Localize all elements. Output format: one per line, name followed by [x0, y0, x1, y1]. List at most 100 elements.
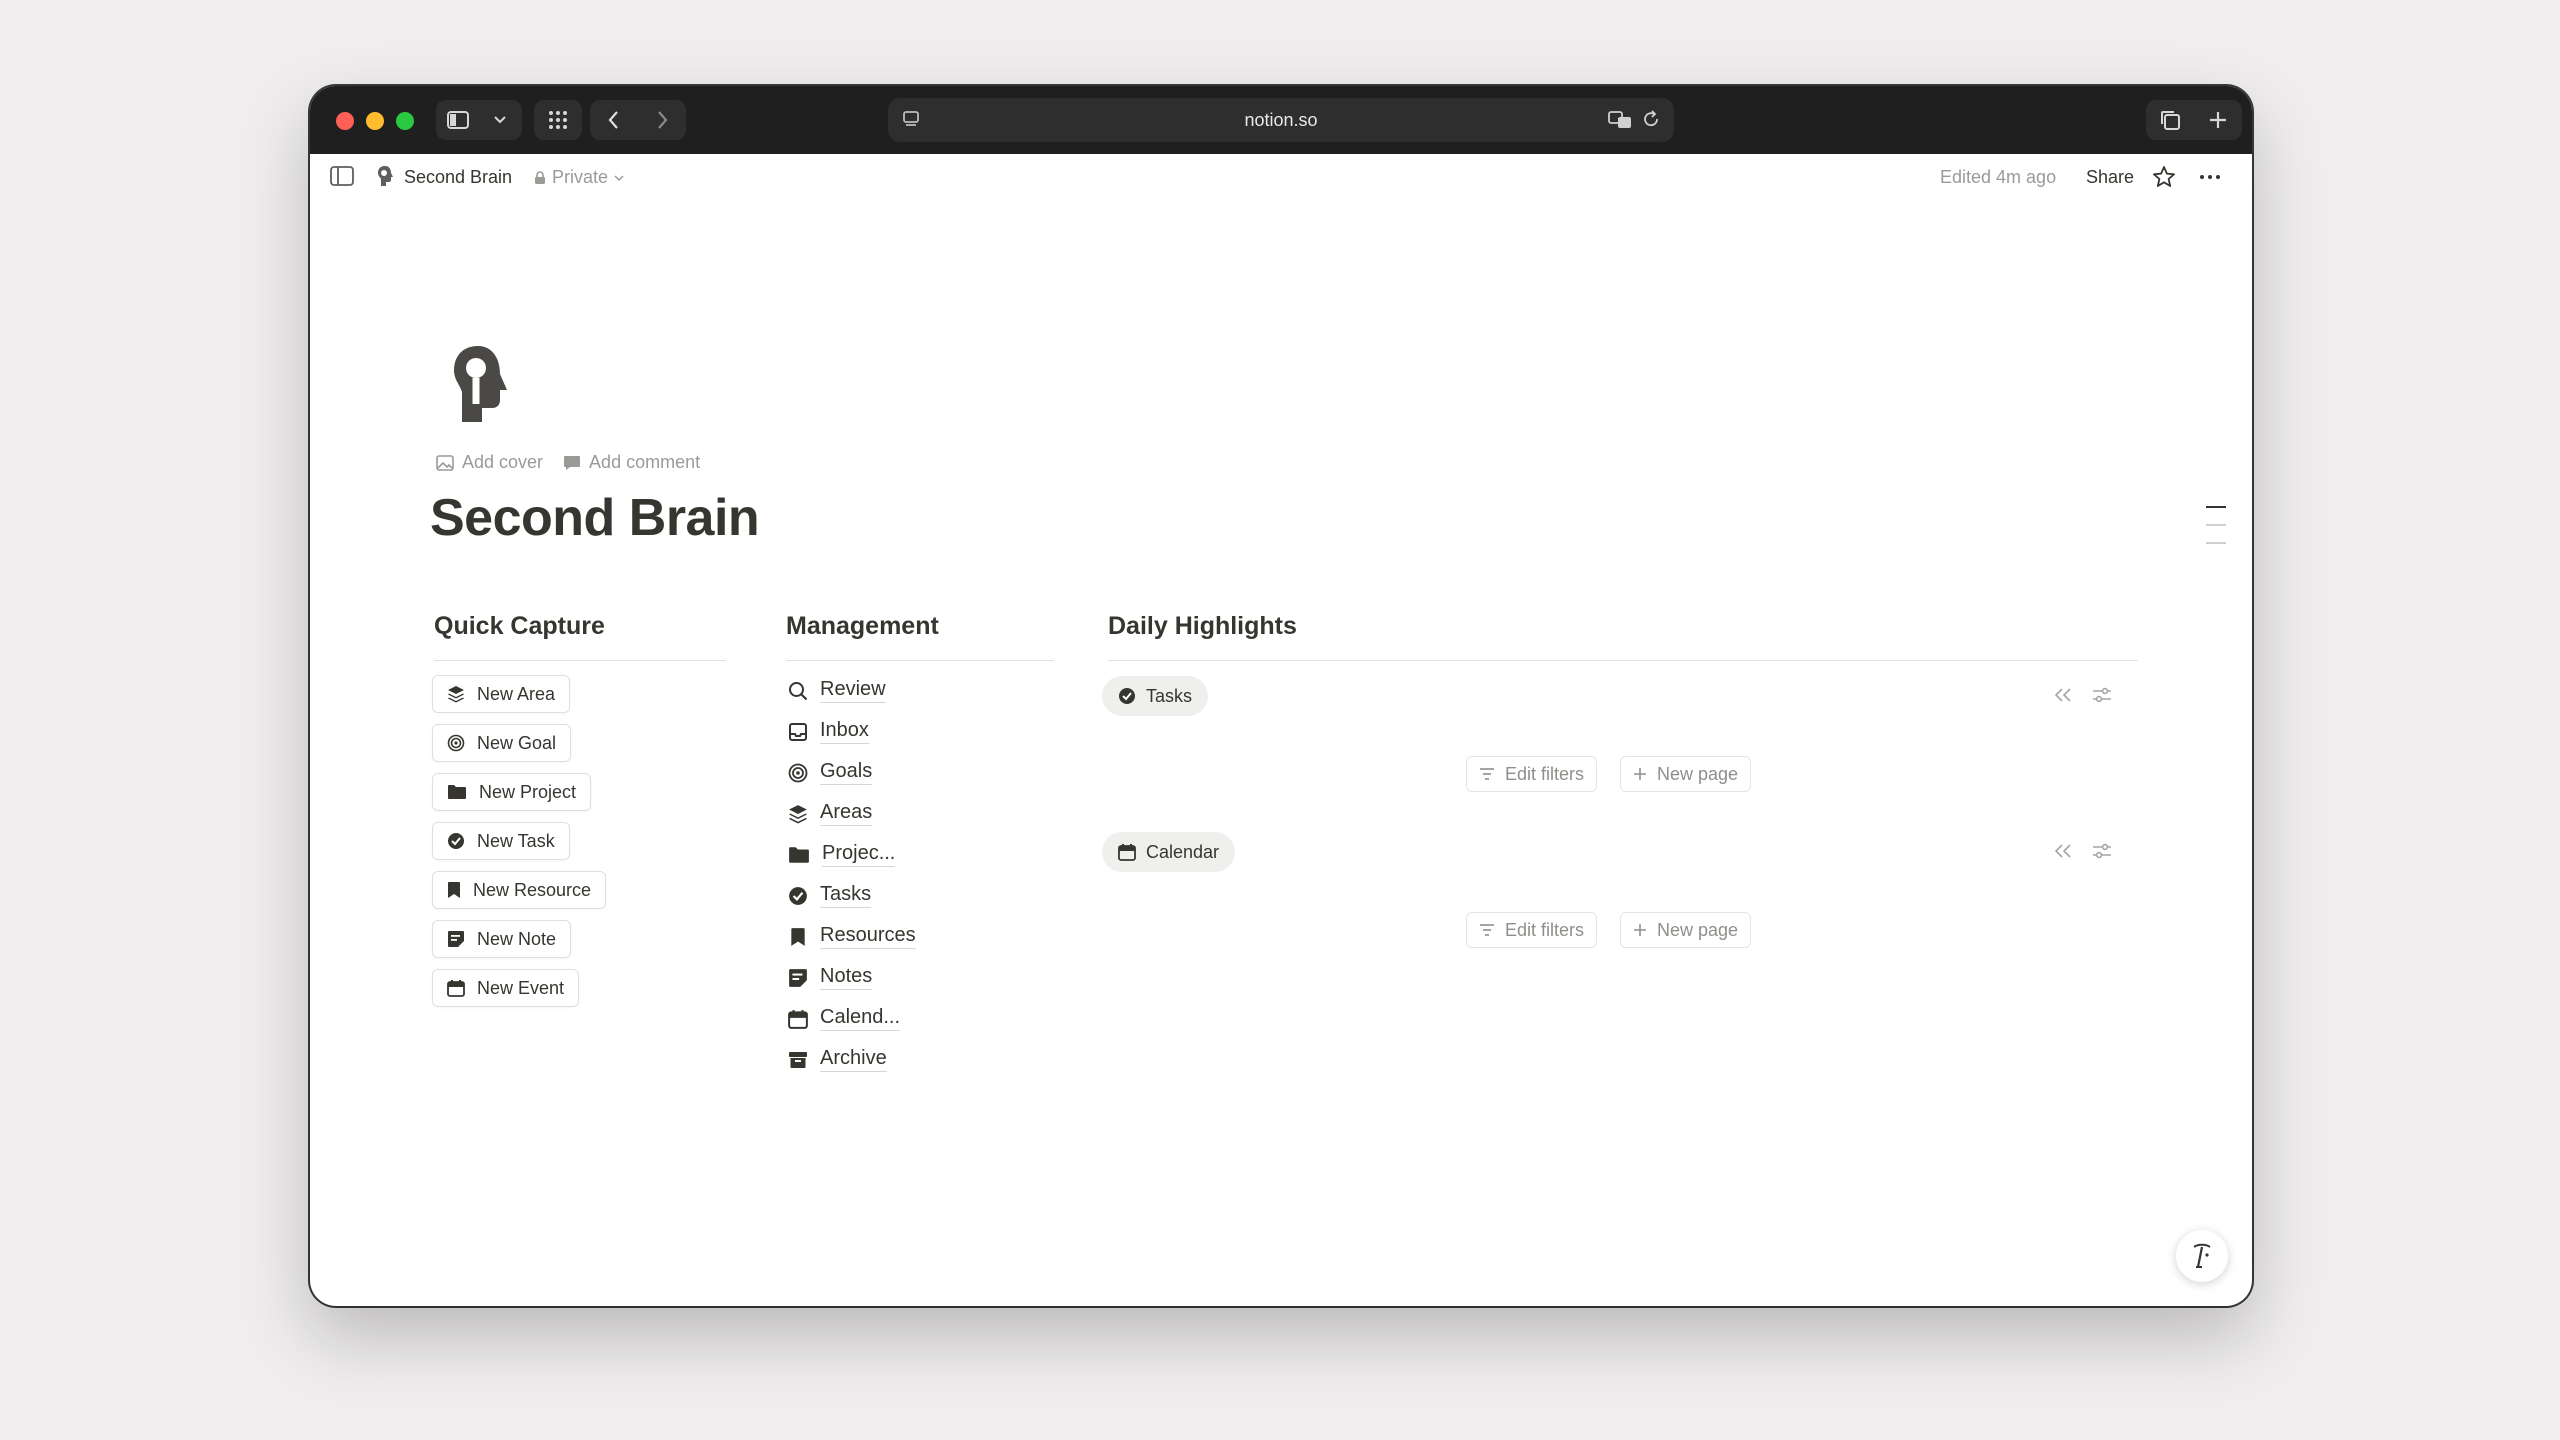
daily-highlights-heading: Daily Highlights [1108, 612, 1297, 640]
edit-filters-button[interactable]: Edit filters [1466, 912, 1598, 948]
management-link-inbox[interactable]: Inbox [788, 719, 869, 744]
ai-face-icon [2193, 1243, 2211, 1268]
share-button[interactable]: Share [2086, 167, 2134, 188]
management-link-label: Resources [820, 924, 916, 949]
management-link-archive[interactable]: Archive [788, 1047, 887, 1072]
browser-sidebar-button[interactable] [436, 100, 480, 140]
divider [1108, 660, 2138, 661]
new-page-button[interactable]: New page [1620, 756, 1752, 792]
management-link-notes[interactable]: Notes [788, 965, 873, 990]
calendar-icon [447, 980, 465, 997]
add-comment-label: Add comment [589, 452, 701, 472]
sidebar-icon [447, 111, 469, 129]
sidebar-menu-button[interactable] [480, 100, 520, 140]
notion-ai-button[interactable] [2176, 1230, 2228, 1282]
add-comment-button[interactable]: Add comment [563, 452, 700, 473]
more-options-icon[interactable] [2198, 165, 2222, 189]
new-goal-label: New Goal [477, 732, 557, 753]
divider [786, 660, 1054, 661]
close-window-button[interactable] [336, 112, 354, 130]
search-icon [789, 681, 808, 700]
new-note-button[interactable]: New Note [432, 920, 572, 958]
chevron-down-icon [494, 116, 506, 124]
management-heading: Management [786, 612, 939, 640]
notion-topbar: Second Brain Private Edited 4m ago Share [310, 154, 2252, 200]
calendar-icon [788, 1009, 808, 1029]
chevron-left-icon [608, 111, 618, 129]
management-link-projects[interactable]: Projec... [788, 842, 896, 867]
management-link-areas[interactable]: Areas [788, 801, 873, 826]
privacy-label: Private [552, 167, 609, 187]
filter-icon [1480, 768, 1494, 780]
management-link-resources[interactable]: Resources [788, 924, 916, 949]
check-circle-icon [789, 886, 807, 905]
new-project-button[interactable]: New Project [432, 773, 592, 811]
page-brain-icon[interactable] [448, 344, 510, 424]
collapse-icon[interactable] [2054, 687, 2072, 703]
management-link-review[interactable]: Review [788, 678, 886, 703]
new-event-label: New Event [477, 977, 565, 998]
target-icon [788, 763, 808, 782]
forward-button[interactable] [638, 100, 686, 140]
filter-icon [1480, 924, 1494, 936]
address-bar[interactable]: notion.so [888, 98, 1674, 142]
browser-window: notion.so Second Brain Private Edited 4m… [310, 86, 2252, 1306]
management-link-label: Tasks [820, 883, 872, 908]
calendar-view-label: Calendar [1146, 841, 1220, 862]
brain-head-icon [378, 166, 393, 186]
view-settings-icon[interactable] [2092, 843, 2112, 859]
new-page-button[interactable]: New page [1620, 912, 1752, 948]
new-task-button[interactable]: New Task [432, 822, 570, 860]
tasks-view-label: Tasks [1146, 685, 1193, 706]
add-cover-button[interactable]: Add cover [436, 452, 543, 473]
favorite-star-icon[interactable] [2152, 165, 2176, 189]
management-link-calendar[interactable]: Calend... [788, 1006, 901, 1031]
zoom-window-button[interactable] [396, 112, 414, 130]
edit-filters-button[interactable]: Edit filters [1466, 756, 1598, 792]
note-icon [448, 931, 464, 947]
new-event-button[interactable]: New Event [432, 969, 580, 1007]
collapse-icon[interactable] [2054, 843, 2072, 859]
calendar-icon [1118, 844, 1136, 861]
add-cover-label: Add cover [462, 452, 544, 472]
management-link-goals[interactable]: Goals [788, 760, 873, 785]
new-page-label: New page [1657, 763, 1739, 784]
new-area-button[interactable]: New Area [432, 675, 571, 713]
plus-icon [1634, 924, 1646, 936]
minimize-window-button[interactable] [366, 112, 384, 130]
new-goal-button[interactable]: New Goal [432, 724, 572, 762]
new-task-label: New Task [477, 830, 555, 851]
page-title[interactable]: Second Brain [430, 488, 760, 548]
reload-icon[interactable] [1642, 110, 1660, 128]
back-button[interactable] [590, 100, 638, 140]
plus-icon [2210, 112, 2226, 128]
note-icon [789, 968, 807, 987]
inbox-icon [789, 722, 807, 741]
browser-titlebar: notion.so [310, 86, 2252, 154]
sidebar-toggle-icon[interactable] [330, 166, 354, 186]
breadcrumb-title[interactable]: Second Brain [404, 167, 512, 188]
management-link-label: Goals [820, 760, 873, 785]
url-text: notion.so [1244, 110, 1318, 130]
folder-icon [448, 785, 466, 799]
copy-tabs-icon [2161, 111, 2180, 130]
view-settings-icon[interactable] [2092, 687, 2112, 703]
new-resource-button[interactable]: New Resource [432, 871, 607, 909]
lock-icon [535, 170, 545, 184]
tasks-view-tab[interactable]: Tasks [1102, 676, 1209, 716]
archive-icon [789, 1051, 807, 1068]
management-link-tasks[interactable]: Tasks [788, 883, 872, 908]
calendar-view-tab[interactable]: Calendar [1102, 832, 1236, 872]
chevron-down-icon [614, 174, 624, 181]
page-outline[interactable] [2206, 506, 2226, 560]
translate-icon[interactable] [1608, 110, 1632, 130]
tabs-button[interactable] [2146, 100, 2194, 140]
new-project-label: New Project [479, 781, 577, 802]
grid-icon [549, 111, 567, 129]
new-tab-button[interactable] [2194, 100, 2242, 140]
privacy-dropdown[interactable]: Private [534, 167, 624, 188]
edit-filters-label: Edit filters [1505, 763, 1585, 784]
page-meta-actions: Add cover Add comment [436, 452, 700, 473]
new-note-label: New Note [477, 928, 557, 949]
tab-overview-button[interactable] [534, 100, 582, 140]
